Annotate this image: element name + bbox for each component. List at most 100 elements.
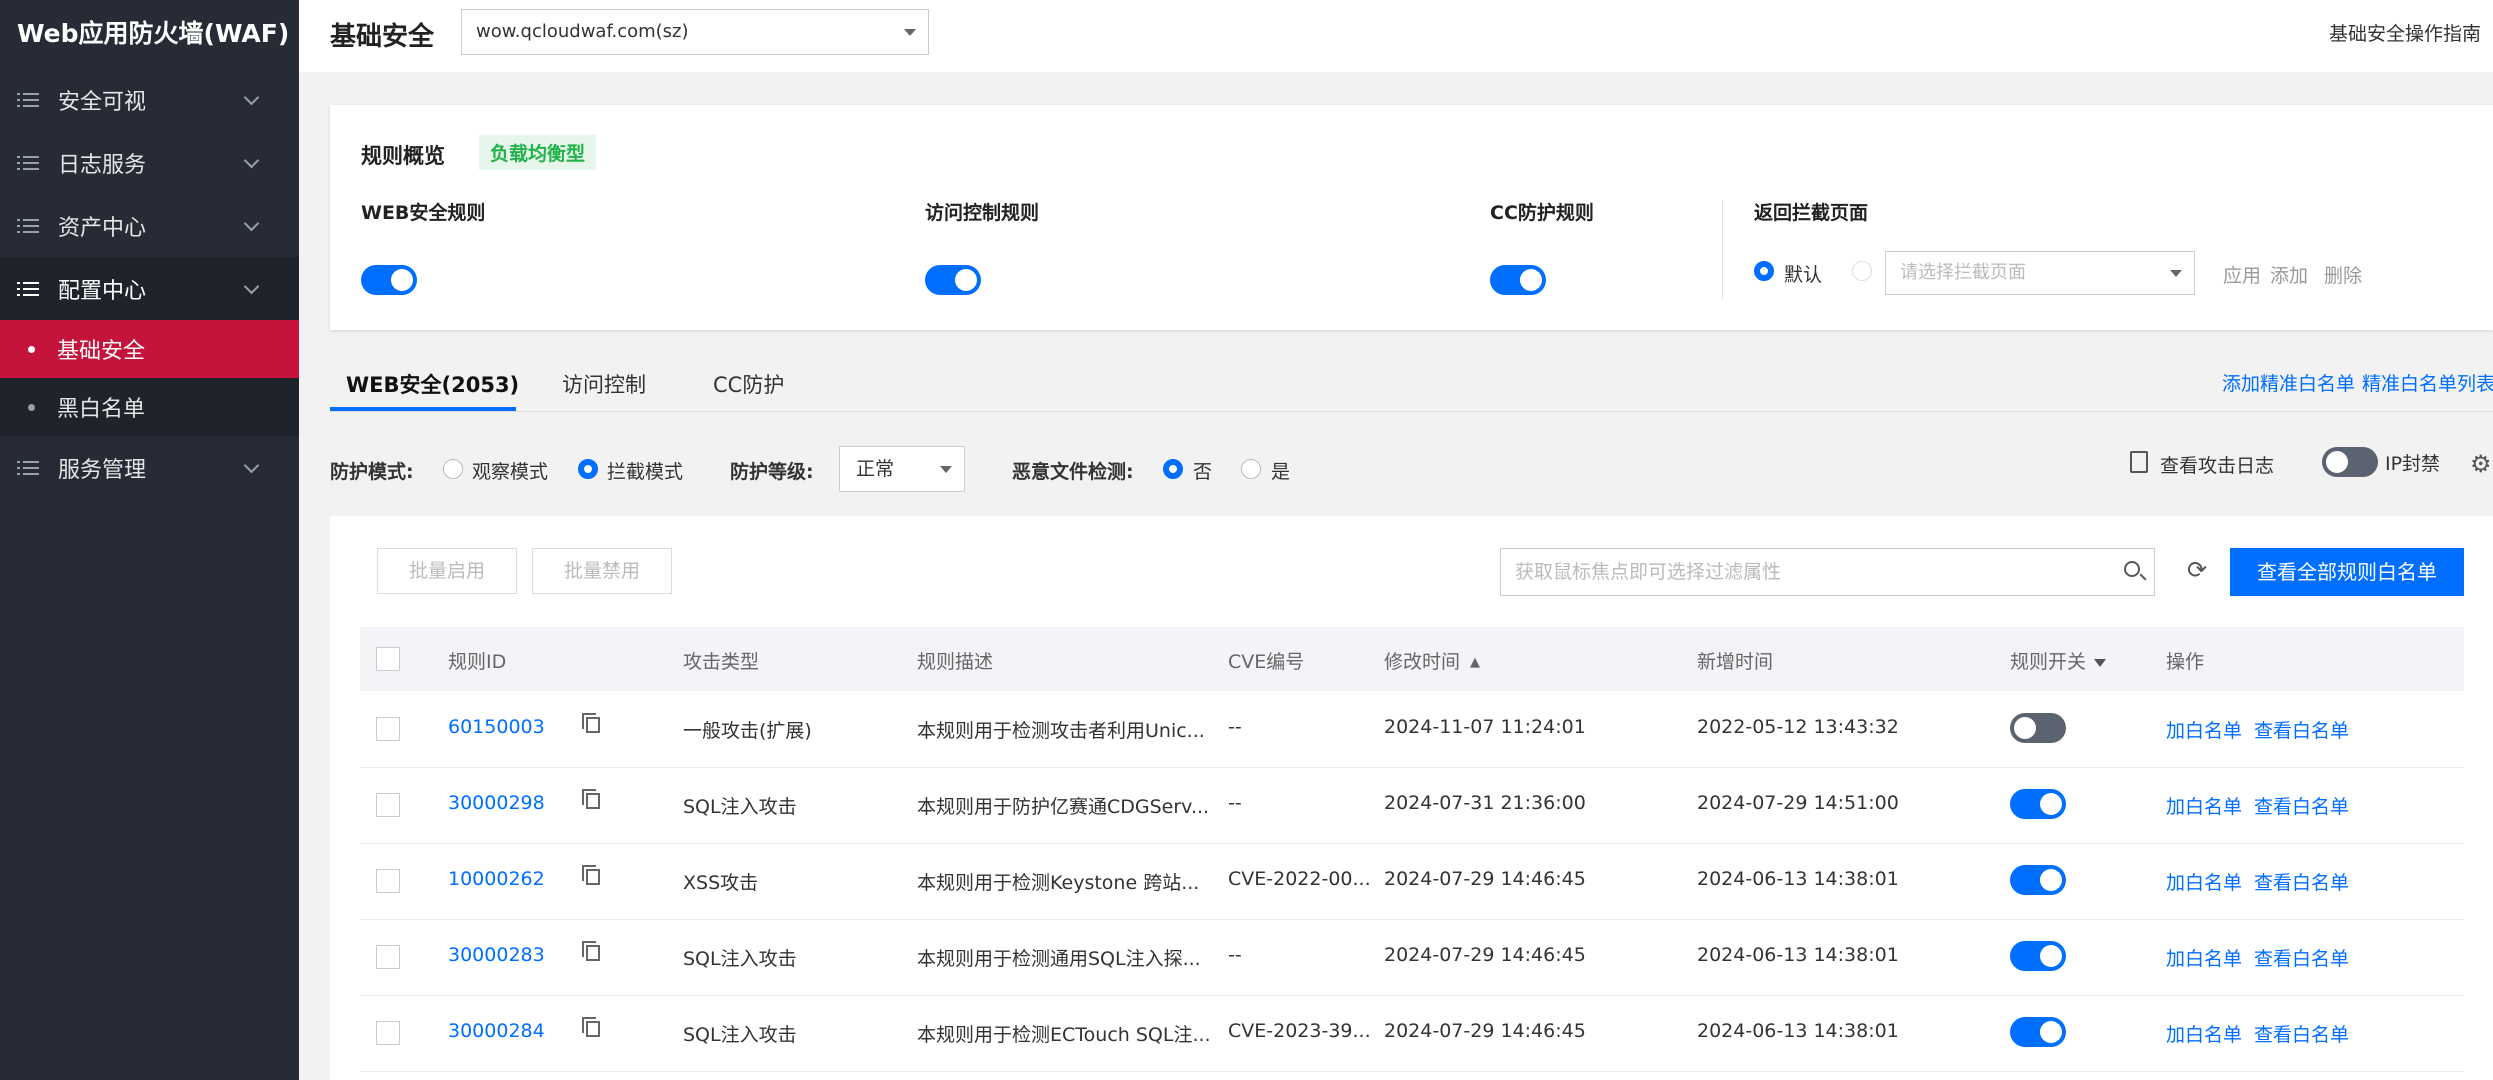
- copy-icon[interactable]: [582, 713, 600, 733]
- cc-rule-toggle[interactable]: [1490, 265, 1546, 295]
- tab-access-control[interactable]: 访问控制: [562, 369, 646, 399]
- view-whitelist-link[interactable]: 查看白名单: [2254, 716, 2349, 743]
- sidebar-item-service-management[interactable]: 服务管理: [0, 436, 299, 499]
- block-page-placeholder: 请选择拦截页面: [1900, 262, 2026, 283]
- acl-rule-toggle[interactable]: [925, 265, 981, 295]
- rule-desc: 本规则用于检测Keystone 跨站...: [917, 872, 1200, 894]
- header-modified-time[interactable]: 修改时间 ▲: [1384, 647, 1480, 674]
- observe-mode-radio[interactable]: [443, 459, 463, 479]
- malware-yes-radio[interactable]: [1241, 459, 1261, 479]
- domain-select[interactable]: wow.qcloudwaf.com(sz): [461, 9, 929, 55]
- guide-link[interactable]: 基础安全操作指南: [2329, 19, 2481, 46]
- rule-desc: 本规则用于检测ECTouch SQL注...: [917, 1024, 1211, 1046]
- rule-switch-toggle[interactable]: [2010, 1017, 2066, 1047]
- tab-cc-protection[interactable]: CC防护: [713, 369, 784, 399]
- table-row: 30000298 SQL注入攻击 本规则用于防护亿赛通CDGServ... --…: [360, 767, 2464, 844]
- protection-level-label: 防护等级:: [730, 461, 814, 483]
- sidebar-item-label: 日志服务: [58, 152, 147, 178]
- rule-switch-toggle[interactable]: [2010, 789, 2066, 819]
- rule-id-link[interactable]: 30000298: [448, 792, 545, 814]
- rule-overview-card: 规则概览 负载均衡型 WEB安全规则 访问控制规则 CC防护规则 返回拦截页面 …: [330, 105, 2493, 330]
- apply-button[interactable]: 应用: [2223, 261, 2261, 288]
- header-rule-desc: 规则描述: [917, 651, 994, 673]
- copy-icon[interactable]: [582, 865, 600, 885]
- modified-time: 2024-07-29 14:46:45: [1384, 868, 1586, 890]
- malware-no-radio[interactable]: [1163, 459, 1183, 479]
- domain-select-value: wow.qcloudwaf.com(sz): [476, 21, 689, 42]
- rule-id-link[interactable]: 10000262: [448, 868, 545, 890]
- search-icon[interactable]: [2124, 561, 2140, 577]
- sidebar-item-asset-center[interactable]: 资产中心: [0, 194, 299, 257]
- sidebar-subitem-blackwhite-list[interactable]: 黑白名单: [0, 378, 299, 436]
- row-checkbox[interactable]: [376, 717, 400, 741]
- protection-level-select[interactable]: 正常: [839, 446, 965, 492]
- copy-icon[interactable]: [582, 1017, 600, 1037]
- add-whitelist-link[interactable]: 加白名单: [2166, 716, 2242, 743]
- view-whitelist-link[interactable]: 查看白名单: [2254, 792, 2349, 819]
- view-whitelist-link[interactable]: 查看白名单: [2254, 1020, 2349, 1047]
- row-checkbox[interactable]: [376, 793, 400, 817]
- sidebar-item-config-center[interactable]: 配置中心: [0, 257, 299, 320]
- add-button[interactable]: 添加: [2270, 261, 2308, 288]
- add-precise-whitelist-link[interactable]: 添加精准白名单: [2222, 369, 2355, 396]
- web-rule-toggle[interactable]: [361, 265, 417, 295]
- sidebar-item-security-visual[interactable]: 安全可视: [0, 68, 299, 131]
- added-time: 2024-06-13 14:38:01: [1697, 944, 1899, 966]
- copy-icon[interactable]: [582, 789, 600, 809]
- view-attack-log-link[interactable]: 查看攻击日志: [2160, 451, 2274, 478]
- view-whitelist-link[interactable]: 查看白名单: [2254, 868, 2349, 895]
- rule-id-link[interactable]: 30000283: [448, 944, 545, 966]
- row-checkbox[interactable]: [376, 1021, 400, 1045]
- block-mode-radio[interactable]: [578, 459, 598, 479]
- delete-button[interactable]: 删除: [2324, 261, 2362, 288]
- select-all-checkbox[interactable]: [376, 647, 400, 671]
- rule-switch-toggle[interactable]: [2010, 713, 2066, 743]
- instance-type-badge: 负载均衡型: [479, 135, 597, 170]
- sidebar-item-label: 服务管理: [58, 457, 147, 483]
- header-attack-type: 攻击类型: [683, 651, 760, 673]
- view-whitelist-link[interactable]: 查看白名单: [2254, 944, 2349, 971]
- log-icon: [2130, 451, 2148, 473]
- bullet-icon: [28, 345, 35, 353]
- add-whitelist-link[interactable]: 加白名单: [2166, 1020, 2242, 1047]
- precise-whitelist-list-link[interactable]: 精准白名单列表: [2362, 369, 2493, 396]
- attack-type: 一般攻击(扩展): [683, 720, 812, 742]
- default-page-radio[interactable]: [1754, 261, 1774, 281]
- sidebar-subitem-basic-security[interactable]: 基础安全: [0, 320, 299, 378]
- tab-web-security[interactable]: WEB安全(2053): [346, 369, 519, 399]
- table-row: 60150003 一般攻击(扩展) 本规则用于检测攻击者利用Unic... --…: [360, 691, 2464, 768]
- cve-id: --: [1228, 716, 1242, 738]
- copy-icon[interactable]: [582, 941, 600, 961]
- sidebar-item-label: 资产中心: [58, 215, 147, 241]
- sidebar-item-log-service[interactable]: 日志服务: [0, 131, 299, 194]
- custom-page-radio[interactable]: [1852, 261, 1872, 281]
- add-whitelist-link[interactable]: 加白名单: [2166, 868, 2242, 895]
- filter-search-input[interactable]: 获取鼠标焦点即可选择过滤属性: [1500, 548, 2155, 596]
- row-checkbox[interactable]: [376, 945, 400, 969]
- rule-id-link[interactable]: 60150003: [448, 716, 545, 738]
- view-all-whitelist-button[interactable]: 查看全部规则白名单: [2230, 548, 2464, 596]
- batch-enable-button[interactable]: 批量启用: [377, 548, 517, 594]
- tab-bar: WEB安全(2053) 访问控制 CC防护 添加精准白名单 精准白名单列表: [330, 355, 2493, 412]
- malware-no-label: 否: [1193, 461, 1213, 483]
- rule-switch-toggle[interactable]: [2010, 941, 2066, 971]
- list-icon: [17, 216, 39, 236]
- add-whitelist-link[interactable]: 加白名单: [2166, 792, 2242, 819]
- batch-disable-button[interactable]: 批量禁用: [532, 548, 672, 594]
- sort-icon[interactable]: ▲: [1470, 655, 1480, 670]
- header-rule-switch[interactable]: 规则开关: [2010, 647, 2107, 674]
- block-page-select[interactable]: 请选择拦截页面: [1885, 251, 2195, 295]
- gear-icon[interactable]: ⚙: [2470, 450, 2492, 478]
- rule-id-link[interactable]: 30000284: [448, 1020, 545, 1042]
- cve-id: CVE-2023-39...: [1228, 1020, 1371, 1042]
- list-icon: [17, 153, 39, 173]
- row-checkbox[interactable]: [376, 869, 400, 893]
- filter-icon[interactable]: [2094, 658, 2107, 667]
- rule-switch-toggle[interactable]: [2010, 865, 2066, 895]
- ip-ban-toggle[interactable]: [2322, 447, 2378, 477]
- add-whitelist-link[interactable]: 加白名单: [2166, 944, 2242, 971]
- header-cve: CVE编号: [1228, 651, 1305, 673]
- modified-time: 2024-07-29 14:46:45: [1384, 1020, 1586, 1042]
- refresh-icon[interactable]: ⟳: [2187, 558, 2209, 582]
- web-rule-label: WEB安全规则: [361, 202, 486, 224]
